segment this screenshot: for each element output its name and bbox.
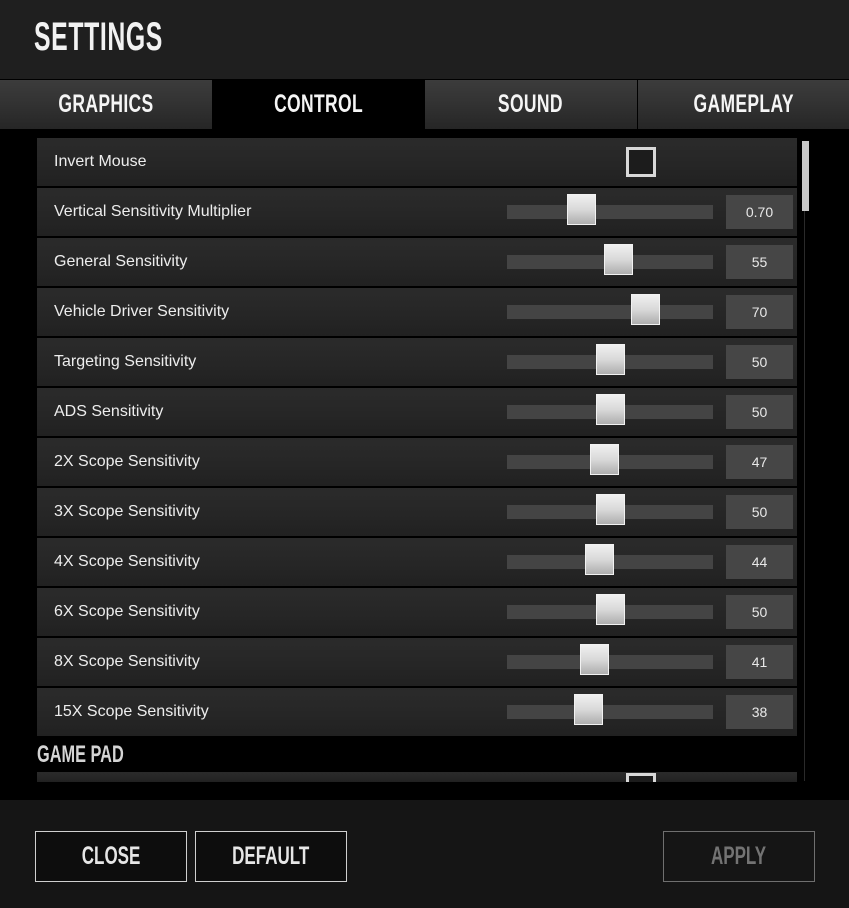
setting-value: 50: [726, 345, 793, 379]
setting-label: 3X Scope Sensitivity: [54, 503, 200, 520]
setting-value: 50: [726, 395, 793, 429]
setting-row-3x-scope-sensitivity[interactable]: 3X Scope Sensitivity 50: [37, 488, 797, 536]
slider-handle[interactable]: [595, 494, 625, 525]
close-button[interactable]: CLOSE: [35, 831, 187, 882]
setting-label: 2X Scope Sensitivity: [54, 453, 200, 470]
setting-row-vertical-sensitivity-multiplier[interactable]: Vertical Sensitivity Multiplier 0.70: [37, 188, 797, 236]
default-button-label: DEFAULT: [232, 842, 310, 870]
setting-label: 4X Scope Sensitivity: [54, 553, 200, 570]
tab-graphics[interactable]: GRAPHICS: [0, 80, 213, 129]
slider-handle[interactable]: [595, 394, 625, 425]
setting-value: 50: [726, 595, 793, 629]
slider-handle[interactable]: [630, 294, 660, 325]
setting-row-4x-scope-sensitivity[interactable]: 4X Scope Sensitivity 44: [37, 538, 797, 586]
6x-scope-sensitivity-slider[interactable]: [507, 588, 713, 636]
ads-sensitivity-slider[interactable]: [507, 388, 713, 436]
slider-handle[interactable]: [590, 444, 620, 475]
setting-value: 50: [726, 495, 793, 529]
slider-handle[interactable]: [595, 344, 625, 375]
gamepad-option-checkbox[interactable]: [626, 773, 656, 782]
scrollbar-thumb[interactable]: [802, 141, 809, 211]
setting-row-ads-sensitivity[interactable]: ADS Sensitivity 50: [37, 388, 797, 436]
setting-row-15x-scope-sensitivity[interactable]: 15X Scope Sensitivity 38: [37, 688, 797, 736]
setting-row-targeting-sensitivity[interactable]: Targeting Sensitivity 50: [37, 338, 797, 386]
default-button[interactable]: DEFAULT: [195, 831, 347, 882]
tab-gameplay-label: GAMEPLAY: [693, 90, 794, 118]
targeting-sensitivity-slider[interactable]: [507, 338, 713, 386]
setting-value: 44: [726, 545, 793, 579]
setting-label: ADS Sensitivity: [54, 403, 164, 420]
setting-label: 8X Scope Sensitivity: [54, 653, 200, 670]
setting-label: General Sensitivity: [54, 253, 188, 270]
setting-label: 6X Scope Sensitivity: [54, 603, 200, 620]
setting-value: 55: [726, 245, 793, 279]
8x-scope-sensitivity-slider[interactable]: [507, 638, 713, 686]
tab-graphics-label: GRAPHICS: [58, 90, 154, 118]
setting-row-vehicle-driver-sensitivity[interactable]: Vehicle Driver Sensitivity 70: [37, 288, 797, 336]
footer-bar: CLOSE DEFAULT APPLY: [0, 800, 849, 908]
apply-button[interactable]: APPLY: [663, 831, 815, 882]
setting-value: 70: [726, 295, 793, 329]
setting-label: Vertical Sensitivity Multiplier: [54, 203, 252, 220]
setting-row-6x-scope-sensitivity[interactable]: 6X Scope Sensitivity 50: [37, 588, 797, 636]
setting-value: 0.70: [726, 195, 793, 229]
slider-track: [507, 305, 713, 319]
tab-gameplay[interactable]: GAMEPLAY: [637, 80, 849, 129]
setting-label: Vehicle Driver Sensitivity: [54, 303, 230, 320]
slider-track: [507, 205, 713, 219]
setting-label: Targeting Sensitivity: [54, 353, 197, 370]
setting-label: Invert Mouse: [54, 153, 147, 170]
setting-row-2x-scope-sensitivity[interactable]: 2X Scope Sensitivity 47: [37, 438, 797, 486]
slider-handle[interactable]: [567, 194, 597, 225]
setting-label: 15X Scope Sensitivity: [54, 703, 209, 720]
apply-button-label: APPLY: [711, 842, 767, 870]
scrollbar-rail-line: [804, 211, 805, 781]
slider-track: [507, 705, 713, 719]
setting-row-general-sensitivity[interactable]: General Sensitivity 55: [37, 238, 797, 286]
settings-list-viewport: Invert Mouse Vertical Sensitivity Multip…: [0, 130, 849, 792]
tab-sound[interactable]: SOUND: [425, 80, 638, 129]
settings-list: Invert Mouse Vertical Sensitivity Multip…: [37, 138, 797, 784]
invert-mouse-checkbox[interactable]: [626, 147, 656, 177]
general-sensitivity-slider[interactable]: [507, 238, 713, 286]
slider-handle[interactable]: [604, 244, 634, 275]
slider-handle[interactable]: [584, 544, 614, 575]
close-button-label: CLOSE: [81, 842, 141, 870]
slider-handle[interactable]: [574, 694, 604, 725]
3x-scope-sensitivity-slider[interactable]: [507, 488, 713, 536]
section-label: GAME PAD: [37, 741, 124, 768]
setting-row-invert-mouse[interactable]: Invert Mouse: [37, 138, 797, 186]
vehicle-driver-sensitivity-slider[interactable]: [507, 288, 713, 336]
tab-sound-label: SOUND: [498, 90, 564, 118]
slider-track: [507, 655, 713, 669]
2x-scope-sensitivity-slider[interactable]: [507, 438, 713, 486]
page-title: SETTINGS: [34, 15, 163, 59]
setting-value: 41: [726, 645, 793, 679]
setting-value: 38: [726, 695, 793, 729]
settings-header: SETTINGS: [0, 0, 849, 79]
setting-row-partial[interactable]: [37, 772, 797, 782]
tab-control-label: CONTROL: [273, 90, 363, 118]
setting-value: 47: [726, 445, 793, 479]
15x-scope-sensitivity-slider[interactable]: [507, 688, 713, 736]
setting-row-8x-scope-sensitivity[interactable]: 8X Scope Sensitivity 41: [37, 638, 797, 686]
tab-bar: GRAPHICS CONTROL SOUND GAMEPLAY: [0, 79, 849, 129]
slider-handle[interactable]: [579, 644, 609, 675]
vertical-sensitivity-multiplier-slider[interactable]: [507, 188, 713, 236]
4x-scope-sensitivity-slider[interactable]: [507, 538, 713, 586]
section-header-game-pad: GAME PAD: [37, 738, 797, 772]
tab-control[interactable]: CONTROL: [212, 80, 425, 129]
slider-handle[interactable]: [595, 594, 625, 625]
